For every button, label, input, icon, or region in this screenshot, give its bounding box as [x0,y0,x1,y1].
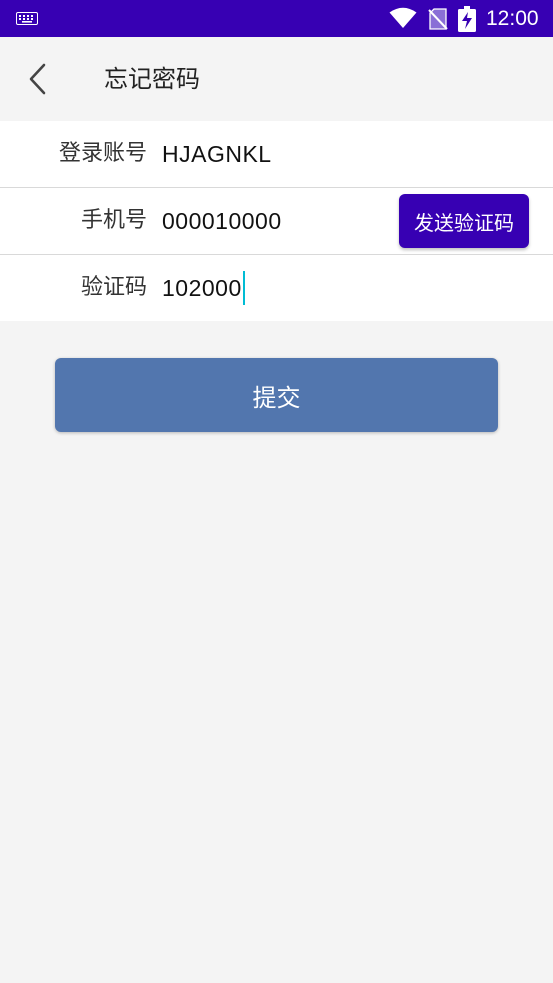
page-title: 忘记密码 [104,65,200,93]
account-label: 登录账号 [58,141,147,166]
chevron-left-icon[interactable] [20,59,56,99]
send-code-button[interactable]: 发送验证码 [399,194,529,248]
code-label: 验证码 [80,275,147,300]
status-time: 12:00 [486,7,539,30]
no-sim-icon [428,8,448,30]
wifi-icon [389,7,417,28]
code-field-wrap[interactable]: 102000 [162,270,245,305]
reset-password-form: 登录账号 HJAGNKL 手机号 000010000 发送验证码 验证码 102… [0,121,553,321]
phone-field[interactable]: 000010000 [162,205,282,237]
code-row: 验证码 102000 [0,254,553,321]
battery-charging-icon [458,6,476,32]
phone-label: 手机号 [80,208,147,233]
status-bar: 12:00 [0,0,553,37]
title-bar: 忘记密码 [0,37,553,121]
submit-button[interactable]: 提交 [55,358,498,432]
account-field[interactable]: HJAGNKL [162,138,272,170]
text-cursor [242,270,245,305]
phone-row: 手机号 000010000 发送验证码 [0,187,553,254]
code-field[interactable]: 102000 [162,275,242,301]
keyboard-icon [16,12,38,25]
account-row: 登录账号 HJAGNKL [0,121,553,187]
